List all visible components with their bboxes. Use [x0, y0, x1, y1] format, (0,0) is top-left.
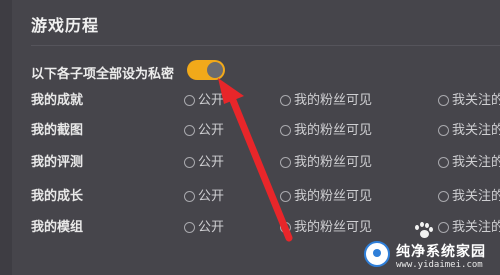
radio-circle-icon: [280, 222, 291, 233]
radio-label: 公开: [198, 93, 225, 108]
radio-label: 我关注的: [452, 220, 500, 235]
radio-label: 我的粉丝可见: [294, 93, 373, 108]
radio-fans-visible[interactable]: 我的粉丝可见: [280, 154, 372, 172]
radio-label: 我关注的: [452, 93, 500, 108]
radio-following-visible[interactable]: 我关注的: [438, 219, 500, 237]
radio-following-visible[interactable]: 我关注的: [438, 122, 500, 140]
radio-public[interactable]: 公开: [184, 154, 224, 172]
radio-circle-icon: [280, 191, 291, 202]
radio-public[interactable]: 公开: [184, 122, 224, 140]
radio-following-visible[interactable]: 我关注的: [438, 154, 500, 172]
radio-label: 我的粉丝可见: [294, 220, 373, 235]
watermark-title: 纯净系统家园: [396, 244, 486, 260]
row-label: 我的模组: [31, 220, 84, 235]
radio-circle-icon: [184, 222, 195, 233]
watermark-url: www.yidaimei.com: [396, 260, 483, 270]
privacy-row-reviews: 我的评测 公开 我的粉丝可见 我关注的: [0, 154, 500, 172]
radio-circle-icon: [184, 95, 195, 106]
radio-circle-icon: [280, 125, 291, 136]
radio-label: 公开: [198, 220, 225, 235]
radio-fans-visible[interactable]: 我的粉丝可见: [280, 219, 372, 237]
radio-fans-visible[interactable]: 我的粉丝可见: [280, 188, 372, 206]
radio-circle-icon: [184, 191, 195, 202]
radio-label: 我的粉丝可见: [294, 155, 373, 170]
radio-fans-visible[interactable]: 我的粉丝可见: [280, 92, 372, 110]
row-label: 我的成就: [31, 93, 84, 108]
radio-label: 公开: [198, 189, 225, 204]
row-label: 我的评测: [31, 155, 84, 170]
radio-following-visible[interactable]: 我关注的: [438, 92, 500, 110]
radio-circle-icon: [438, 95, 449, 106]
radio-label: 公开: [198, 155, 225, 170]
all-private-toggle[interactable]: [187, 60, 225, 80]
radio-fans-visible[interactable]: 我的粉丝可见: [280, 122, 372, 140]
radio-label: 我的粉丝可见: [294, 189, 373, 204]
radio-circle-icon: [184, 157, 195, 168]
section-divider: [31, 45, 500, 46]
radio-label: 我关注的: [452, 189, 500, 204]
row-label: 我的成长: [31, 189, 84, 204]
radio-label: 我关注的: [452, 155, 500, 170]
section-title: 游戏历程: [31, 16, 100, 35]
radio-label: 我的粉丝可见: [294, 123, 373, 138]
radio-public[interactable]: 公开: [184, 188, 224, 206]
radio-circle-icon: [438, 222, 449, 233]
privacy-row-achievements: 我的成就 公开 我的粉丝可见 我关注的: [0, 92, 500, 110]
radio-following-visible[interactable]: 我关注的: [438, 188, 500, 206]
privacy-row-screenshots: 我的截图 公开 我的粉丝可见 我关注的: [0, 122, 500, 140]
all-private-label: 以下各子项全部设为私密: [31, 67, 175, 82]
radio-label: 公开: [198, 123, 225, 138]
privacy-row-growth: 我的成长 公开 我的粉丝可见 我关注的: [0, 188, 500, 206]
watermark-logo-icon: [364, 241, 390, 267]
radio-circle-icon: [280, 157, 291, 168]
radio-circle-icon: [438, 125, 449, 136]
radio-public[interactable]: 公开: [184, 219, 224, 237]
radio-label: 我关注的: [452, 123, 500, 138]
radio-circle-icon: [184, 125, 195, 136]
toggle-knob: [207, 62, 223, 78]
radio-circle-icon: [438, 191, 449, 202]
radio-circle-icon: [280, 95, 291, 106]
site-watermark: 纯净系统家园 www.yidaimei.com: [358, 238, 500, 275]
row-label: 我的截图: [31, 123, 84, 138]
radio-public[interactable]: 公开: [184, 92, 224, 110]
radio-circle-icon: [438, 157, 449, 168]
game-history-privacy-panel: 游戏历程 以下各子项全部设为私密 我的成就 公开 我的粉丝可见 我关注的 我的截…: [0, 0, 500, 275]
